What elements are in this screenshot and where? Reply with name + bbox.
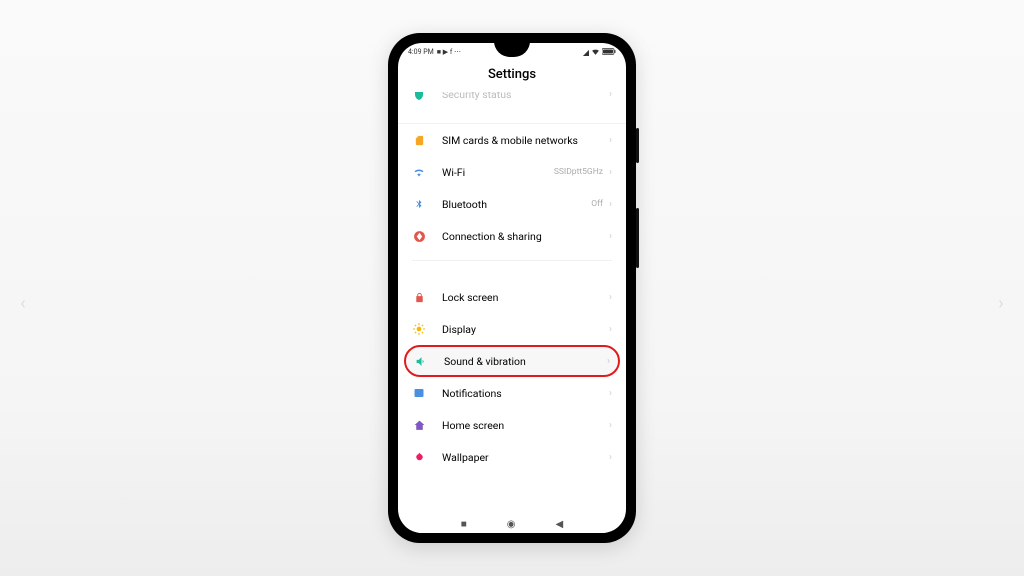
chevron-right-icon: ›: [609, 388, 612, 399]
nav-back-icon[interactable]: ◀: [556, 519, 564, 530]
settings-item-security[interactable]: Security status ›: [398, 92, 626, 106]
carousel-next[interactable]: ›: [986, 288, 1016, 318]
chevron-right-icon: ›: [609, 92, 612, 100]
chevron-right-icon: ›: [609, 135, 612, 146]
settings-label: Bluetooth: [442, 198, 591, 211]
phone-frame: 4:09 PM ■ ▶ f ⋯ ◢ Settings Security stat…: [388, 33, 636, 543]
settings-label: Sound & vibration: [444, 355, 607, 368]
wifi-icon: [412, 165, 426, 179]
bluetooth-icon: [412, 197, 426, 211]
chevron-right-icon: ›: [607, 356, 610, 367]
settings-item-bluetooth[interactable]: Bluetooth Off ›: [398, 188, 626, 220]
lock-icon: [412, 290, 426, 304]
settings-item-connection[interactable]: Connection & sharing ›: [398, 220, 626, 252]
settings-label: Wi-Fi: [442, 166, 554, 179]
settings-label: Lock screen: [442, 291, 609, 304]
nav-home-icon[interactable]: ◉: [507, 519, 516, 530]
chevron-right-icon: ›: [609, 324, 612, 335]
settings-label: Home screen: [442, 419, 609, 432]
settings-item-notifications[interactable]: Notifications ›: [398, 377, 626, 409]
settings-item-wallpaper[interactable]: Wallpaper ›: [398, 441, 626, 473]
chevron-right-icon: ›: [609, 199, 612, 210]
connection-icon: [412, 229, 426, 243]
settings-list[interactable]: Security status › SIM cards & mobile net…: [398, 92, 626, 530]
phone-side-button-1: [636, 128, 639, 163]
signal-icon: ◢: [583, 48, 589, 57]
settings-label: SIM cards & mobile networks: [442, 134, 609, 147]
chevron-right-icon: ›: [609, 420, 612, 431]
settings-label: Display: [442, 323, 609, 336]
battery-icon: [602, 48, 616, 57]
status-app-icons: ■ ▶ f ⋯: [437, 48, 461, 56]
settings-value: SSIDptt5GHz: [554, 167, 603, 177]
chevron-right-icon: ›: [609, 452, 612, 463]
chevron-right-icon: ›: [609, 231, 612, 242]
shield-icon: [412, 92, 426, 102]
spacer: [398, 269, 626, 281]
notification-icon: [412, 386, 426, 400]
settings-label: Notifications: [442, 387, 609, 400]
home-icon: [412, 418, 426, 432]
section-divider: [398, 106, 626, 124]
settings-label: Wallpaper: [442, 451, 609, 464]
status-time: 4:09 PM: [408, 48, 434, 56]
carousel-prev[interactable]: ‹: [8, 288, 38, 318]
settings-item-lock[interactable]: Lock screen ›: [398, 281, 626, 313]
sim-icon: [412, 133, 426, 147]
speaker-icon: [414, 354, 428, 368]
phone-screen: 4:09 PM ■ ▶ f ⋯ ◢ Settings Security stat…: [398, 43, 626, 533]
wifi-status-icon: [591, 47, 600, 58]
sun-icon: [412, 322, 426, 336]
page-title: Settings: [398, 61, 626, 92]
settings-item-home[interactable]: Home screen ›: [398, 409, 626, 441]
divider: [412, 260, 612, 261]
settings-item-display[interactable]: Display ›: [398, 313, 626, 345]
settings-item-wifi[interactable]: Wi-Fi SSIDptt5GHz ›: [398, 156, 626, 188]
settings-item-sound-highlighted[interactable]: Sound & vibration ›: [404, 345, 620, 377]
nav-recent-icon[interactable]: ■: [461, 519, 467, 530]
settings-label: Security status: [442, 92, 609, 101]
chevron-right-icon: ›: [609, 292, 612, 303]
settings-item-sim[interactable]: SIM cards & mobile networks ›: [398, 124, 626, 156]
android-nav-bar: ■ ◉ ◀: [398, 515, 626, 533]
settings-label: Connection & sharing: [442, 230, 609, 243]
chevron-right-icon: ›: [609, 167, 612, 178]
phone-side-button-2: [636, 208, 639, 268]
settings-value: Off: [591, 199, 603, 209]
wallpaper-icon: [412, 450, 426, 464]
